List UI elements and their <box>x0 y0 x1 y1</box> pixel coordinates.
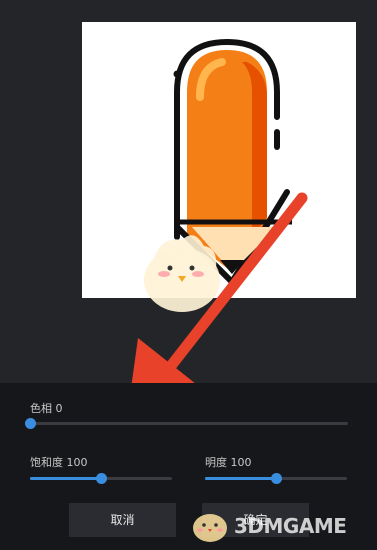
annotation-arrow <box>128 192 308 410</box>
brightness-label: 明度 100 <box>205 456 252 469</box>
watermark: 3DMGAME <box>188 504 374 544</box>
watermark-chick-icon <box>193 514 227 542</box>
watermark-text: 3DMGAME <box>234 514 347 538</box>
hue-slider[interactable] <box>25 418 348 429</box>
saturation-slider[interactable] <box>30 473 172 484</box>
hue-slider-thumb[interactable] <box>25 418 36 429</box>
hue-label: 色相 0 <box>30 402 63 415</box>
image-preview-area <box>0 0 377 410</box>
saturation-label: 饱和度 100 <box>30 456 88 469</box>
brightness-slider-thumb[interactable] <box>271 473 282 484</box>
cancel-button[interactable]: 取消 <box>69 503 176 537</box>
brightness-slider[interactable] <box>205 473 347 484</box>
saturation-slider-fill <box>30 477 101 480</box>
brightness-slider-fill <box>205 477 276 480</box>
saturation-slider-thumb[interactable] <box>96 473 107 484</box>
